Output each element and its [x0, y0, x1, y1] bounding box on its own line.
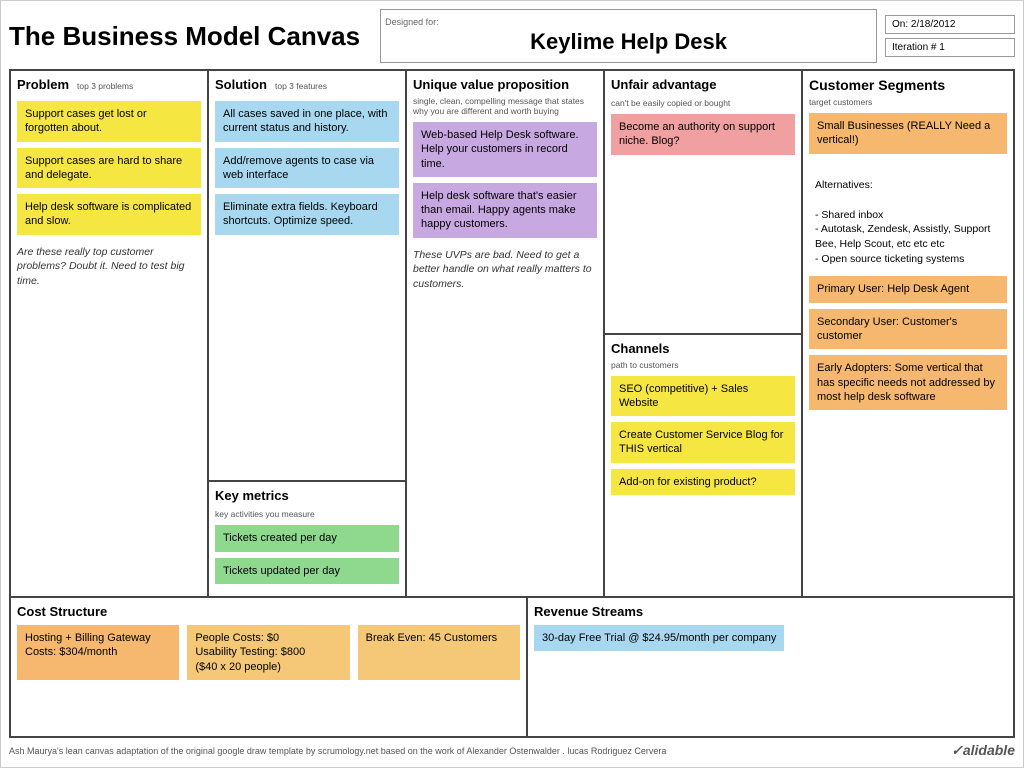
uvp-sticky-1: Web-based Help Desk software. Help your …: [413, 122, 597, 177]
on-label: On:: [892, 19, 908, 30]
uvp-header: Unique value proposition: [413, 77, 569, 92]
designed-for-label: Designed for:: [381, 17, 439, 27]
key-metrics-sticky-1: Tickets created per day: [215, 525, 399, 551]
customer-segments-sticky-4: Early Adopters: Some vertical that has s…: [809, 355, 1007, 410]
unfair-advantage-subheader: can't be easily copied or bought: [611, 98, 795, 108]
customer-segments-sticky-1: Small Businesses (REALLY Need a vertical…: [809, 113, 1007, 154]
bottom-row: Cost Structure Hosting + Billing Gateway…: [11, 596, 1013, 736]
channels-section: Channels path to customers SEO (competit…: [605, 335, 801, 597]
key-metrics-sticky-2: Tickets updated per day: [215, 558, 399, 584]
problem-sticky-3: Help desk software is complicated and sl…: [17, 194, 201, 235]
footer: Ash Maurya's lean canvas adaptation of t…: [9, 742, 1015, 759]
channels-sticky-1: SEO (competitive) + Sales Website: [611, 376, 795, 417]
footer-text: Ash Maurya's lean canvas adaptation of t…: [9, 746, 666, 756]
problem-sticky-1: Support cases get lost or forgotten abou…: [17, 101, 201, 142]
main-row: Problem top 3 problems Support cases get…: [11, 71, 1013, 596]
uvp-sticky-2: Help desk software that's easier than em…: [413, 183, 597, 238]
key-metrics-section: Key metrics key activities you measure T…: [209, 482, 405, 596]
uvp-section: Unique value proposition single, clean, …: [407, 71, 605, 596]
channels-subheader: path to customers: [611, 360, 795, 370]
revenue-sticky-1: 30-day Free Trial @ $24.95/month per com…: [534, 625, 784, 651]
solution-sticky-1: All cases saved in one place, with curre…: [215, 101, 399, 142]
problem-subheader: top 3 problems: [77, 81, 133, 91]
customer-segments-subheader: target customers: [809, 97, 1007, 107]
unfair-advantage-section: Unfair advantage can't be easily copied …: [605, 71, 801, 335]
unfair-advantage-sticky-1: Become an authority on support niche. Bl…: [611, 114, 795, 155]
designed-for-box: Designed for: Keylime Help Desk: [380, 9, 877, 63]
iteration-value: 1: [939, 42, 945, 53]
cost-structure-header: Cost Structure: [17, 604, 520, 619]
cost-sticky-1: Hosting + Billing Gateway Costs: $304/mo…: [17, 625, 179, 680]
cost-sticky-2: People Costs: $0 Usability Testing: $800…: [187, 625, 349, 680]
iteration-label: Iteration #: [892, 42, 936, 53]
unfair-channels: Unfair advantage can't be easily copied …: [605, 71, 803, 596]
designed-for-value: Keylime Help Desk: [530, 29, 727, 55]
uvp-italic-note: These UVPs are bad. Need to get a better…: [413, 248, 597, 292]
canvas-title: The Business Model Canvas: [9, 21, 360, 52]
date-iteration-box: On: 2/18/2012 Iteration # 1: [885, 15, 1015, 57]
key-metrics-header: Key metrics: [215, 488, 289, 503]
revenue-streams-section: Revenue Streams 30-day Free Trial @ $24.…: [528, 598, 1013, 736]
solution-sticky-3: Eliminate extra fields. Keyboard shortcu…: [215, 194, 399, 235]
alternatives-label: Alternatives:: [815, 179, 873, 191]
cost-sticky-3: Break Even: 45 Customers: [358, 625, 520, 680]
solution-subheader: top 3 features: [275, 81, 327, 91]
customer-segments-section: Customer Segments target customers Small…: [803, 71, 1013, 596]
problem-italic-note: Are these really top customer problems? …: [17, 245, 201, 289]
iteration-box: Iteration # 1: [885, 38, 1015, 57]
cost-structure-items: Hosting + Billing Gateway Costs: $304/mo…: [17, 625, 520, 686]
top-header: The Business Model Canvas Designed for: …: [9, 9, 1015, 63]
canvas-wrapper: The Business Model Canvas Designed for: …: [0, 0, 1024, 768]
alternatives-detail: - Shared inbox - Autotask, Zendesk, Assi…: [815, 209, 990, 265]
main-content: Problem top 3 problems Support cases get…: [9, 69, 1015, 738]
uvp-subheader: single, clean, compelling message that s…: [413, 96, 597, 116]
problem-header: Problem: [17, 77, 69, 92]
revenue-streams-header: Revenue Streams: [534, 604, 1007, 619]
customer-segments-sticky-3: Secondary User: Customer's customer: [809, 309, 1007, 350]
date-box: On: 2/18/2012: [885, 15, 1015, 34]
customer-segments-sticky-2: Primary User: Help Desk Agent: [809, 276, 1007, 302]
alternatives-text: Alternatives: - Shared inbox - Autotask,…: [809, 160, 1007, 271]
solution-header: Solution: [215, 77, 267, 92]
solution-key-metrics: Solution top 3 features All cases saved …: [209, 71, 407, 596]
channels-header: Channels: [611, 341, 670, 356]
customer-segments-header: Customer Segments: [809, 77, 945, 93]
validable-logo: ✓alidable: [951, 742, 1015, 759]
problem-sticky-2: Support cases are hard to share and dele…: [17, 148, 201, 189]
key-metrics-subheader: key activities you measure: [215, 509, 399, 519]
solution-sticky-2: Add/remove agents to case via web interf…: [215, 148, 399, 189]
unfair-advantage-header: Unfair advantage: [611, 77, 716, 92]
cost-structure-section: Cost Structure Hosting + Billing Gateway…: [11, 598, 528, 736]
channels-sticky-2: Create Customer Service Blog for THIS ve…: [611, 422, 795, 463]
channels-sticky-3: Add-on for existing product?: [611, 469, 795, 495]
on-value: 2/18/2012: [911, 19, 956, 30]
problem-section: Problem top 3 problems Support cases get…: [11, 71, 209, 596]
solution-section: Solution top 3 features All cases saved …: [209, 71, 405, 482]
